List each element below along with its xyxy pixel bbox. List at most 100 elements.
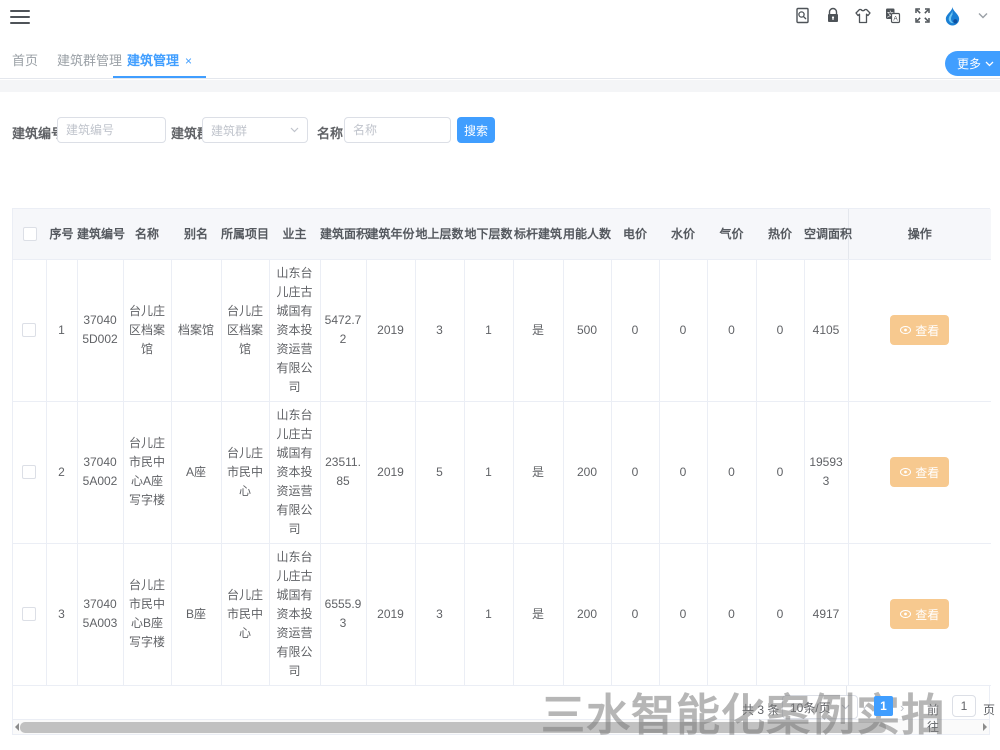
cell: 370405D002 bbox=[77, 259, 123, 401]
tab-home[interactable]: 首页 bbox=[12, 44, 38, 78]
cell: 台儿庄市民中心 bbox=[221, 543, 269, 685]
column-header: 热价 bbox=[756, 209, 804, 259]
column-header: 标杆建筑 bbox=[513, 209, 563, 259]
cell: 370405A003 bbox=[77, 543, 123, 685]
cell: 1 bbox=[46, 259, 77, 401]
cell: 0 bbox=[707, 401, 756, 543]
column-header: 用能人数 bbox=[563, 209, 611, 259]
cell: B座 bbox=[171, 543, 221, 685]
svg-text:A: A bbox=[893, 16, 898, 23]
scroll-left-arrow-icon[interactable] bbox=[15, 723, 19, 731]
tab-close-icon[interactable]: × bbox=[185, 54, 192, 68]
page-size-select[interactable]: 10条/页 bbox=[782, 695, 858, 719]
cell: 0 bbox=[756, 401, 804, 543]
tab-bar: 首页 建筑群管理 建筑管理× 更多 bbox=[0, 44, 1000, 79]
cell: 2019 bbox=[366, 259, 415, 401]
cell: 5472.72 bbox=[320, 259, 366, 401]
menu-toggle-icon[interactable] bbox=[10, 10, 30, 26]
page-size-value: 10条/页 bbox=[790, 699, 831, 716]
cell: 4105 bbox=[804, 259, 848, 401]
cell: 0 bbox=[707, 259, 756, 401]
document-search-icon[interactable] bbox=[793, 6, 812, 25]
column-header: 气价 bbox=[707, 209, 756, 259]
column-header: 空调面积 bbox=[804, 209, 848, 259]
cell: 0 bbox=[611, 259, 659, 401]
table-row: 1370405D002台儿庄区档案馆档案馆台儿庄区档案馆山东台儿庄古城国有资本投… bbox=[13, 259, 991, 401]
table-row: 3370405A003台儿庄市民中心B座写字楼B座台儿庄市民中心山东台儿庄古城国… bbox=[13, 543, 991, 685]
row-checkbox[interactable] bbox=[22, 323, 36, 337]
row-checkbox[interactable] bbox=[22, 607, 36, 621]
goto-page-input[interactable] bbox=[952, 695, 976, 717]
view-button[interactable]: 查看 bbox=[890, 457, 949, 487]
column-header: 别名 bbox=[171, 209, 221, 259]
view-button[interactable]: 查看 bbox=[890, 315, 949, 345]
cell: 台儿庄市民中心A座写字楼 bbox=[123, 401, 171, 543]
fullscreen-icon[interactable] bbox=[913, 6, 932, 25]
topbar-icon-group: 文A bbox=[793, 6, 992, 25]
translate-icon[interactable]: 文A bbox=[883, 6, 902, 25]
horizontal-scrollbar[interactable] bbox=[13, 719, 989, 734]
cell: 4917 bbox=[804, 543, 848, 685]
next-page-icon[interactable]: › bbox=[900, 700, 904, 715]
cell: 370405A002 bbox=[77, 401, 123, 543]
cell: 台儿庄市民中心 bbox=[221, 401, 269, 543]
column-header: 电价 bbox=[611, 209, 659, 259]
building-code-input[interactable] bbox=[57, 117, 166, 143]
cell: 0 bbox=[756, 259, 804, 401]
page-number-1[interactable]: 1 bbox=[874, 696, 893, 716]
theme-tshirt-icon[interactable] bbox=[853, 6, 872, 25]
cell: 山东台儿庄古城国有资本投资运营有限公司 bbox=[269, 259, 320, 401]
column-header: 所属项目 bbox=[221, 209, 269, 259]
more-button[interactable]: 更多 bbox=[945, 51, 1000, 76]
cell: 2 bbox=[46, 401, 77, 543]
more-button-label: 更多 bbox=[957, 55, 981, 72]
column-header: 业主 bbox=[269, 209, 320, 259]
cell: 0 bbox=[707, 543, 756, 685]
column-header: 建筑年份 bbox=[366, 209, 415, 259]
cell: 5 bbox=[415, 401, 464, 543]
column-header: 名称 bbox=[123, 209, 171, 259]
select-all-checkbox[interactable] bbox=[23, 227, 37, 241]
cell: 1 bbox=[464, 259, 513, 401]
search-button[interactable]: 搜索 bbox=[457, 117, 495, 143]
cell: 0 bbox=[659, 401, 707, 543]
view-button[interactable]: 查看 bbox=[890, 599, 949, 629]
prev-page-icon[interactable]: ‹ bbox=[863, 700, 867, 715]
scrollbar-thumb[interactable] bbox=[20, 722, 886, 733]
name-input[interactable] bbox=[344, 117, 451, 143]
eye-icon bbox=[900, 468, 911, 476]
chevron-down-icon bbox=[290, 127, 299, 133]
lock-icon[interactable] bbox=[823, 6, 842, 25]
eye-icon bbox=[900, 610, 911, 618]
user-chevron-down-icon[interactable] bbox=[973, 6, 992, 25]
chevron-down-icon bbox=[841, 704, 850, 710]
cell: 台儿庄市民中心B座写字楼 bbox=[123, 543, 171, 685]
cell: 山东台儿庄古城国有资本投资运营有限公司 bbox=[269, 401, 320, 543]
cell: A座 bbox=[171, 401, 221, 543]
row-checkbox[interactable] bbox=[22, 465, 36, 479]
scroll-right-arrow-icon[interactable] bbox=[983, 723, 987, 731]
goto-label: 前往 bbox=[927, 701, 939, 735]
table-row: 2370405A002台儿庄市民中心A座写字楼A座台儿庄市民中心山东台儿庄古城国… bbox=[13, 401, 991, 543]
select-placeholder: 建筑群 bbox=[211, 122, 247, 139]
tab-label: 建筑管理 bbox=[127, 53, 179, 68]
page: 文A 首页 建筑群管理 建筑管理× 更多 bbox=[0, 0, 1000, 750]
tab-building-mgmt[interactable]: 建筑管理 × bbox=[113, 44, 206, 78]
cell: 3 bbox=[415, 259, 464, 401]
column-header: 建筑面积 bbox=[320, 209, 366, 259]
cell: 200 bbox=[563, 543, 611, 685]
cell: 23511.85 bbox=[320, 401, 366, 543]
cell: 195933 bbox=[804, 401, 848, 543]
cell: 3 bbox=[415, 543, 464, 685]
app-logo-icon[interactable] bbox=[943, 6, 962, 25]
total-count: 共 3 条 bbox=[742, 701, 779, 718]
building-group-select[interactable]: 建筑群 bbox=[202, 117, 308, 143]
cell: 台儿庄区档案馆 bbox=[221, 259, 269, 401]
cell: 200 bbox=[563, 401, 611, 543]
cell: 2019 bbox=[366, 543, 415, 685]
cell: 0 bbox=[659, 259, 707, 401]
cell: 0 bbox=[611, 543, 659, 685]
cell: 0 bbox=[611, 401, 659, 543]
cell: 2019 bbox=[366, 401, 415, 543]
eye-icon bbox=[900, 326, 911, 334]
